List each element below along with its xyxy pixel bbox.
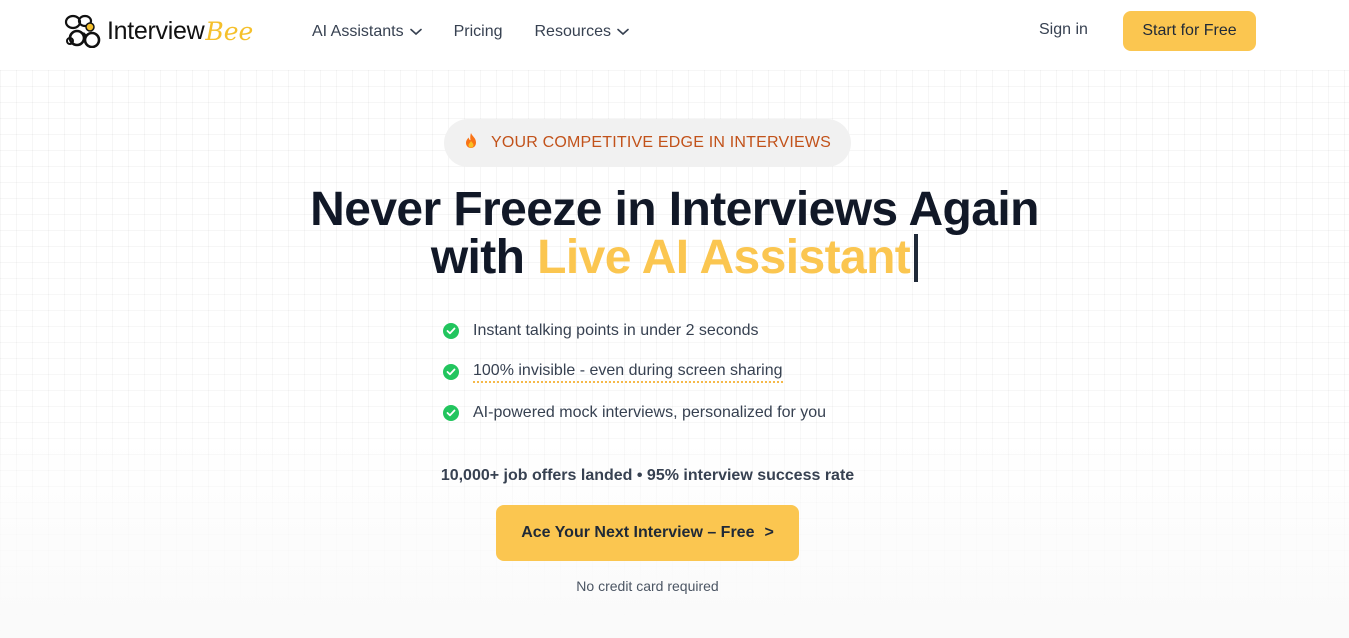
nav-resources-label: Resources: [534, 23, 611, 40]
bee-logo-icon: [64, 14, 101, 48]
landing-page: Interview Bee AI Assistants Pricing Reso…: [0, 0, 1349, 638]
list-item: AI-powered mock interviews, personalized…: [443, 400, 826, 426]
start-for-free-button[interactable]: Start for Free: [1123, 11, 1256, 51]
list-item: 100% invisible - even during screen shar…: [443, 359, 826, 385]
logo-accent-text: Bee: [205, 16, 254, 46]
fire-icon: [464, 132, 478, 154]
typing-cursor: [914, 234, 919, 282]
check-circle-icon: [443, 323, 459, 339]
headline-line-2: with Live AI Assistant: [0, 234, 1349, 282]
headline-line-1: Never Freeze in Interviews Again: [310, 183, 1039, 236]
list-item: Instant talking points in under 2 second…: [443, 318, 826, 344]
feature-text: Instant talking points in under 2 second…: [473, 322, 759, 339]
headline-prefix: with: [430, 231, 538, 284]
nav-pricing-label: Pricing: [453, 23, 503, 40]
check-circle-icon: [443, 405, 459, 421]
feature-list: Instant talking points in under 2 second…: [443, 318, 826, 441]
logo-text: Interview: [107, 16, 205, 45]
nav-pricing[interactable]: Pricing: [454, 23, 503, 41]
tagline-badge: YOUR COMPETITIVE EDGE IN INTERVIEWS: [444, 119, 851, 167]
nav-resources[interactable]: Resources: [535, 23, 629, 41]
chevron-down-icon: [409, 23, 422, 41]
check-circle-icon: [443, 364, 459, 380]
headline-accent: Live AI Assistant: [537, 231, 911, 284]
cta-label: Ace Your Next Interview – Free: [521, 524, 755, 541]
nav-ai-assistants-label: AI Assistants: [312, 23, 404, 40]
tagline-text: YOUR COMPETITIVE EDGE IN INTERVIEWS: [490, 134, 832, 151]
sign-in-link[interactable]: Sign in: [1039, 21, 1088, 39]
hero-headline: Never Freeze in Interviews Again with Li…: [0, 186, 1349, 282]
no-credit-card-note: No credit card required: [576, 578, 719, 594]
feature-text-tooltip[interactable]: 100% invisible - even during screen shar…: [473, 362, 783, 383]
nav-ai-assistants[interactable]: AI Assistants: [312, 23, 422, 41]
ace-interview-cta-button[interactable]: Ace Your Next Interview – Free >: [496, 505, 799, 561]
chevron-right-icon: >: [764, 524, 774, 541]
feature-text: AI-powered mock interviews, personalized…: [473, 404, 827, 421]
social-proof-stats: 10,000+ job offers landed • 95% intervie…: [440, 467, 855, 484]
chevron-down-icon: [617, 23, 629, 41]
logo[interactable]: Interview Bee: [63, 13, 253, 49]
main-nav: AI Assistants Pricing Resources: [312, 0, 661, 64]
site-header: Interview Bee AI Assistants Pricing Reso…: [0, 0, 1349, 64]
